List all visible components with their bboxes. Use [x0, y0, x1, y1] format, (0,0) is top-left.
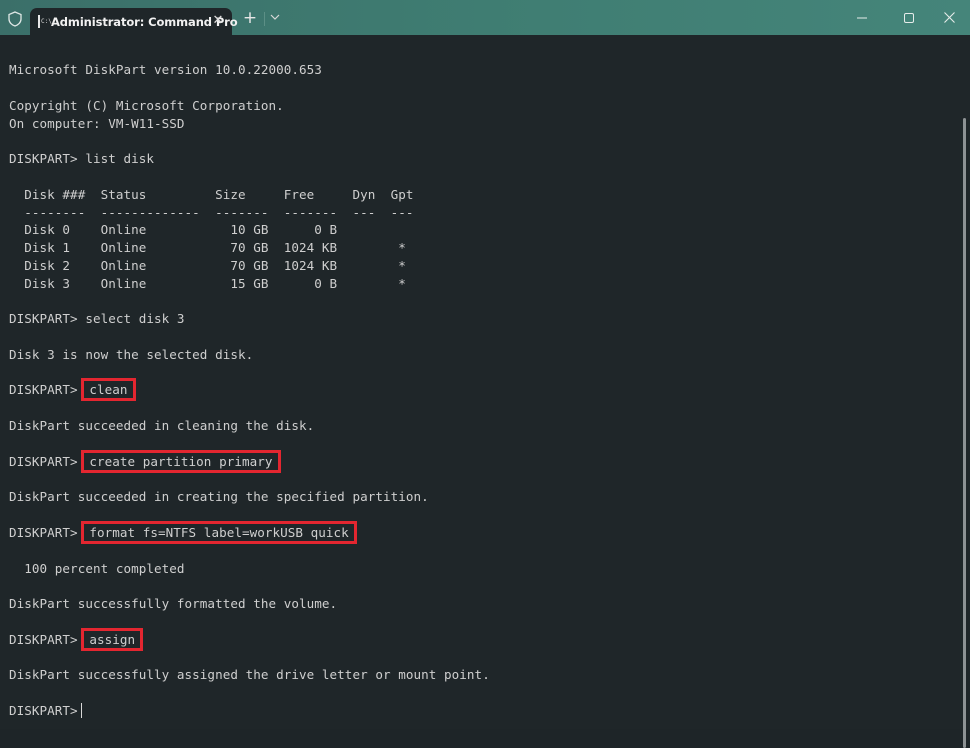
command-line: DISKPART> list disk	[9, 150, 154, 168]
close-icon	[943, 12, 955, 23]
command-line: DISKPART> assign	[9, 628, 144, 651]
disk-table-separator: -------- ------------- ------- ------- -…	[9, 205, 414, 220]
tab-separator	[264, 12, 265, 26]
prompt: DISKPART>	[9, 632, 86, 647]
command-create-partition-highlighted: create partition primary	[81, 450, 281, 473]
command-line: DISKPART> select disk 3	[9, 310, 185, 328]
disk-table-row: Disk 2 Online 70 GB 1024 KB *	[9, 258, 406, 273]
command-select-disk: select disk 3	[85, 311, 185, 326]
shield-icon	[7, 11, 23, 27]
close-icon[interactable]: ✕	[212, 14, 224, 27]
tab-command-prompt[interactable]: C:\. Administrator: Command Pro ✕	[30, 8, 238, 35]
output-line: DiskPart succeeded in creating the speci…	[9, 489, 429, 504]
disk-table-header: Disk ### Status Size Free Dyn Gpt	[9, 187, 414, 202]
output-line: DiskPart succeeded in cleaning the disk.	[9, 418, 315, 433]
prompt: DISKPART>	[9, 454, 86, 469]
command-clean-highlighted: clean	[81, 378, 136, 401]
terminal-output[interactable]: Microsoft DiskPart version 10.0.22000.65…	[0, 35, 970, 748]
minimize-button[interactable]	[839, 0, 885, 35]
prompt: DISKPART>	[9, 525, 86, 540]
command-line: DISKPART> clean	[9, 378, 136, 401]
output-line: DiskPart successfully formatted the volu…	[9, 596, 338, 611]
command-line: DISKPART> format fs=NTFS label=workUSB q…	[9, 521, 357, 544]
maximize-icon	[904, 12, 914, 23]
prompt: DISKPART>	[9, 703, 78, 718]
vertical-scrollbar[interactable]	[963, 118, 966, 748]
close-window-button[interactable]	[926, 0, 970, 35]
output-line: Disk 3 is now the selected disk.	[9, 347, 254, 362]
terminal-window: C:\. Administrator: Command Pro ✕ + Micr…	[0, 0, 970, 748]
command-assign-highlighted: assign	[81, 628, 144, 651]
disk-table-row: Disk 1 Online 70 GB 1024 KB *	[9, 240, 406, 255]
command-format-highlighted: format fs=NTFS label=workUSB quick	[81, 521, 357, 544]
command-line: DISKPART> create partition primary	[9, 450, 281, 473]
title-bar: C:\. Administrator: Command Pro ✕ +	[0, 0, 970, 35]
command-prompt-icon: C:\.	[38, 15, 55, 28]
new-tab-button[interactable]: +	[242, 10, 258, 27]
prompt: DISKPART>	[9, 151, 86, 166]
active-prompt-line[interactable]: DISKPART>	[9, 702, 83, 720]
text-cursor	[80, 703, 83, 718]
copyright-line: Copyright (C) Microsoft Corporation.	[9, 98, 284, 113]
minimize-icon	[857, 17, 867, 18]
chevron-down-icon[interactable]	[269, 11, 281, 25]
output-line: DiskPart successfully assigned the drive…	[9, 667, 490, 682]
progress-line: 100 percent completed	[9, 561, 185, 576]
disk-table-row: Disk 3 Online 15 GB 0 B *	[9, 276, 406, 291]
version-line: Microsoft DiskPart version 10.0.22000.65…	[9, 62, 322, 77]
disk-table-row: Disk 0 Online 10 GB 0 B	[9, 222, 338, 237]
prompt: DISKPART>	[9, 382, 86, 397]
prompt: DISKPART>	[9, 311, 86, 326]
tab-title: Administrator: Command Pro	[51, 14, 238, 29]
command-list-disk: list disk	[85, 151, 155, 166]
computer-line: On computer: VM-W11-SSD	[9, 116, 185, 131]
